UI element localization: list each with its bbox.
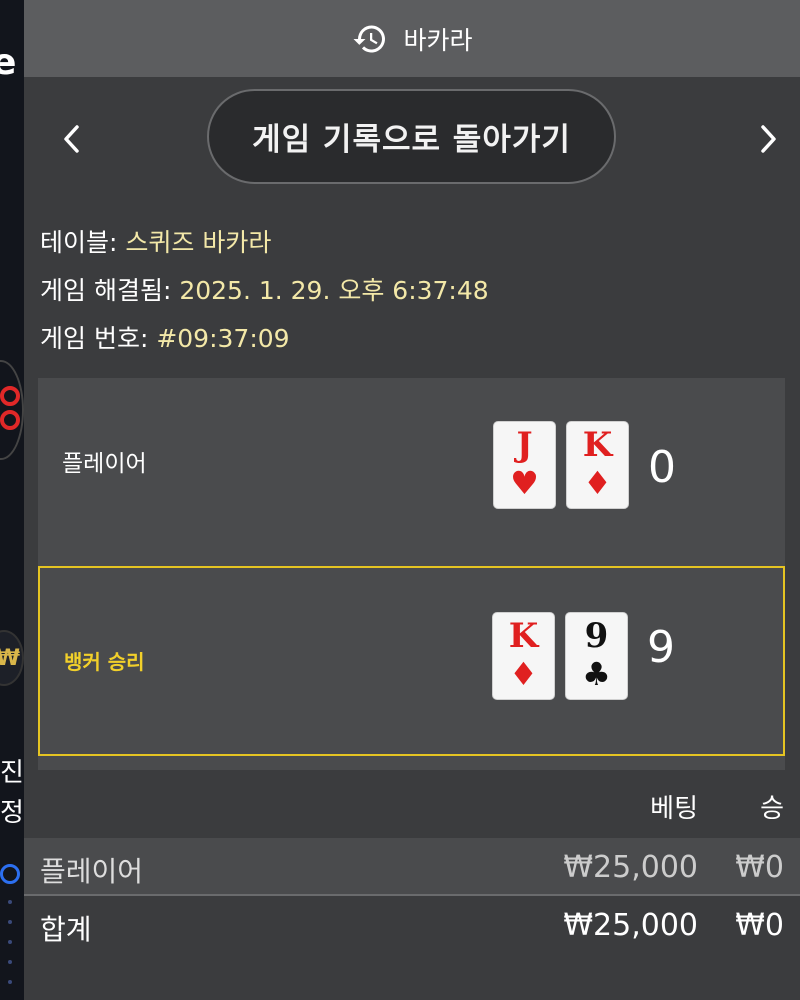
banker-win-label: 뱅커 승리 <box>64 650 145 674</box>
column-header-win: 승 <box>760 794 784 824</box>
background-text: 정 <box>0 798 24 828</box>
diamond-icon: ♦ <box>583 464 612 502</box>
column-header-bet: 베팅 <box>650 794 698 824</box>
game-number-value: #09:37:09 <box>156 324 290 353</box>
bet-name: 플레이어 <box>40 855 144 888</box>
nav-row: 게임 기록으로 돌아가기 <box>24 77 800 199</box>
bet-amount: ₩25,000 <box>563 850 698 885</box>
background-red-icon <box>0 386 22 434</box>
resolved-info: 게임 해결됨: 2025. 1. 29. 오후 6:37:48 <box>40 267 800 315</box>
diamond-icon: ♦ <box>509 655 538 693</box>
result-box: 플레이어 J ♥ K ♦ 0 뱅커 승리 K ♦ 9 ♣ 9 <box>38 378 785 770</box>
playing-card: K ♦ <box>566 421 629 509</box>
total-label: 합계 <box>40 913 92 946</box>
card-rank: 9 <box>584 616 609 656</box>
total-bet-amount: ₩25,000 <box>563 908 698 943</box>
heart-icon: ♥ <box>510 464 539 502</box>
table-row: 플레이어 ₩25,000 ₩0 <box>24 838 800 896</box>
background-blue-icon <box>0 864 20 884</box>
game-number-info: 게임 번호: #09:37:09 <box>40 315 800 363</box>
playing-card: 9 ♣ <box>565 612 628 700</box>
bet-table: 베팅 승 플레이어 ₩25,000 ₩0 합계 ₩25,000 ₩0 <box>24 770 800 956</box>
player-score: 0 <box>648 442 676 493</box>
banker-score: 9 <box>647 622 675 673</box>
panel-title: 바카라 <box>403 25 473 55</box>
background-currency-button: ₩ <box>0 630 24 686</box>
chevron-left-icon[interactable] <box>50 117 94 161</box>
background-dots <box>8 900 12 1000</box>
background-text: 진 <box>0 758 24 788</box>
chevron-right-icon[interactable] <box>746 117 790 161</box>
table-label: 테이블: <box>40 228 118 257</box>
player-hand: 플레이어 J ♥ K ♦ 0 <box>38 378 785 564</box>
card-rank: J <box>516 425 533 465</box>
total-row: 합계 ₩25,000 ₩0 <box>24 896 800 956</box>
panel-header: 바카라 <box>24 0 800 77</box>
banker-cards: K ♦ 9 ♣ <box>492 612 628 700</box>
resolved-value: 2025. 1. 29. 오후 6:37:48 <box>179 276 489 305</box>
resolved-label: 게임 해결됨: <box>40 276 172 305</box>
game-info: 테이블: 스퀴즈 바카라 게임 해결됨: 2025. 1. 29. 오후 6:3… <box>24 219 800 363</box>
background-app: e ₩ 진 정 <box>0 0 24 1000</box>
history-panel: 바카라 게임 기록으로 돌아가기 테이블: 스퀴즈 바카라 게임 해결됨: 20… <box>24 0 800 1000</box>
player-cards: J ♥ K ♦ <box>493 421 629 509</box>
card-rank: K <box>582 425 613 465</box>
card-rank: K <box>508 616 539 656</box>
club-icon: ♣ <box>582 655 611 693</box>
game-number-label: 게임 번호: <box>40 324 149 353</box>
background-logo: e <box>0 42 17 83</box>
playing-card: J ♥ <box>493 421 556 509</box>
back-to-history-button[interactable]: 게임 기록으로 돌아가기 <box>207 89 616 184</box>
table-value: 스퀴즈 바카라 <box>125 228 272 257</box>
playing-card: K ♦ <box>492 612 555 700</box>
bet-table-header: 베팅 승 <box>24 770 800 838</box>
player-label: 플레이어 <box>62 451 147 477</box>
total-win-amount: ₩0 <box>735 908 784 943</box>
table-info: 테이블: 스퀴즈 바카라 <box>40 219 800 267</box>
history-icon <box>351 20 389 58</box>
banker-hand: 뱅커 승리 K ♦ 9 ♣ 9 <box>38 566 785 756</box>
win-amount: ₩0 <box>735 850 784 885</box>
